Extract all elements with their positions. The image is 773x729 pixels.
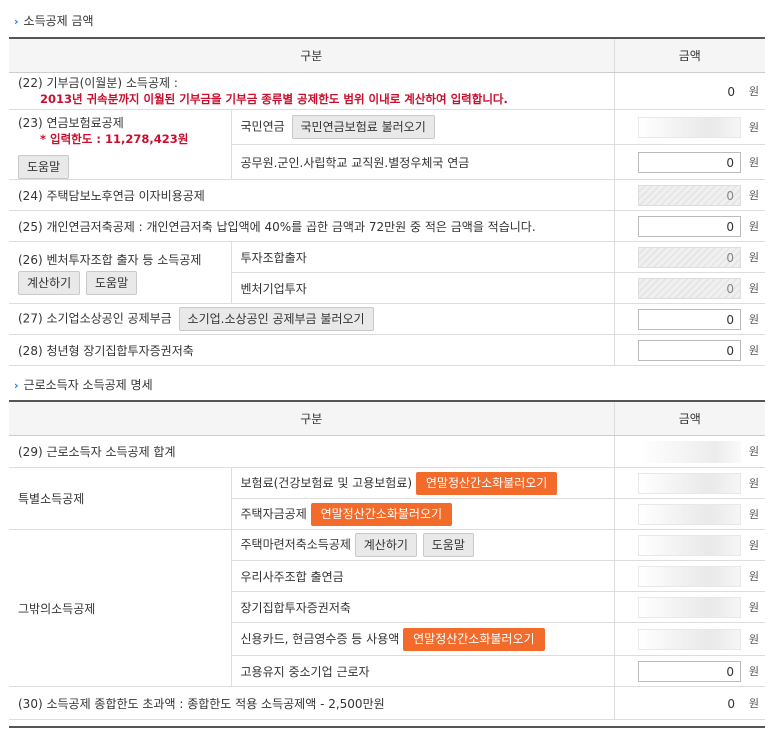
chevron-right-icon: › <box>14 15 19 28</box>
table-row: (25) 개인연금저축공제 : 개인연금저축 납입액에 40%를 곱한 금액과 … <box>9 210 765 242</box>
credit-card-input[interactable] <box>638 628 741 650</box>
housing-fund-input[interactable] <box>638 503 741 525</box>
load-simplified-housing-button[interactable]: 연말정산간소화불러오기 <box>310 502 453 526</box>
table-row: (28) 청년형 장기집합투자증권저축 0원 <box>9 334 765 366</box>
row-label: (24) 주택담보노후연금 이자비용공제 <box>9 179 615 211</box>
income-deduction-table: 구분 금액 (22) 기부금(이월분) 소득공제 : 2013년 귀속분까지 이… <box>9 37 765 366</box>
small-business-input[interactable]: 0 <box>638 308 741 330</box>
sub-label-investment-union: 투자조합출자 <box>231 241 615 273</box>
load-simplified-credit-card-button[interactable]: 연말정산간소화불러오기 <box>403 627 545 651</box>
help-button[interactable]: 도움말 <box>18 155 70 179</box>
sub-label-credit-card: 신용카드, 현금영수증 등 사용액 <box>240 631 400 646</box>
row-label: (29) 근로소득자 소득공제 합계 <box>9 435 615 468</box>
column-header-amount: 금액 <box>614 401 765 436</box>
calculate-button[interactable]: 계산하기 <box>18 271 81 295</box>
help-button[interactable]: 도움말 <box>86 271 138 295</box>
insurance-input[interactable] <box>638 472 741 494</box>
long-term-fund-input[interactable] <box>638 596 741 618</box>
table-row: (27) 소기업소상공인 공제부금 소기업.소상공인 공제부금 불러오기 0원 <box>9 303 765 335</box>
divider <box>9 726 765 728</box>
calculate-button[interactable]: 계산하기 <box>354 533 417 557</box>
load-small-business-button[interactable]: 소기업.소상공인 공제부금 불러오기 <box>178 307 374 331</box>
row-label: (28) 청년형 장기집합투자증권저축 <box>9 334 615 366</box>
input-limit: * 입력한도 : 11,278,423원 <box>40 132 189 146</box>
national-pension-input[interactable] <box>638 116 741 138</box>
row-label: (22) 기부금(이월분) 소득공제 : <box>18 76 178 90</box>
reverse-mortgage-interest-input: 0 <box>638 184 741 206</box>
warning-note: 2013년 귀속분까지 이월된 기부금을 기부금 종류별 공제한도 범위 이내로… <box>40 92 508 106</box>
employee-stock-input[interactable] <box>638 565 741 587</box>
load-simplified-insurance-button[interactable]: 연말정산간소화불러오기 <box>415 471 558 495</box>
column-header-category: 구분 <box>9 38 615 73</box>
table-row: (22) 기부금(이월분) 소득공제 : 2013년 귀속분까지 이월된 기부금… <box>9 72 765 110</box>
earned-income-deduction-table: 구분 금액 (29) 근로소득자 소득공제 합계 원 특별소득공제 보험료(건강… <box>9 400 765 720</box>
table-row: (30) 소득공제 종합한도 초과액 : 종합한도 적용 소득공제액 - 2,5… <box>9 686 765 720</box>
youth-fund-input[interactable]: 0 <box>638 339 741 361</box>
row-label: (26) 벤처투자조합 출자 등 소득공제 <box>18 253 202 267</box>
row-label: (23) 연금보험료공제 <box>18 116 124 130</box>
chevron-right-icon: › <box>14 379 19 392</box>
row-label: 그밖의소득공제 <box>9 529 232 687</box>
table-row: (23) 연금보험료공제 * 입력한도 : 11,278,423원 도움말 국민… <box>9 109 765 180</box>
column-header-category: 구분 <box>9 401 615 436</box>
sub-label-national-pension: 국민연금 <box>240 119 285 134</box>
row-label: (25) 개인연금저축공제 : 개인연금저축 납입액에 40%를 곱한 금액과 … <box>9 210 615 242</box>
amount-value <box>638 440 741 463</box>
personal-pension-input[interactable]: 0 <box>638 215 741 237</box>
table-row: 그밖의소득공제 주택마련저축소득공제 계산하기 도움말 원 <box>9 529 765 687</box>
table-row: 특별소득공제 보험료(건강보험료 및 고용보험료) 연말정산간소화불러오기 원 <box>9 467 765 530</box>
row-label: (27) 소기업소상공인 공제부금 <box>18 311 172 326</box>
sub-label-long-term-fund: 장기집합투자증권저축 <box>231 591 615 623</box>
investment-union-input: 0 <box>638 246 741 268</box>
sub-label-housing-savings: 주택마련저축소득공제 <box>240 537 351 552</box>
table-row: (29) 근로소득자 소득공제 합계 원 <box>9 435 765 468</box>
sub-label-employee-stock: 우리사주조합 출연금 <box>231 560 615 592</box>
help-button[interactable]: 도움말 <box>422 533 474 557</box>
sub-label-public-pension: 공무원.군인.사립학교 교직원.별정우체국 연금 <box>231 144 615 180</box>
row-label: (30) 소득공제 종합한도 초과액 : 종합한도 적용 소득공제액 - 2,5… <box>9 686 615 720</box>
venture-investment-input: 0 <box>638 277 741 299</box>
column-header-amount: 금액 <box>614 38 765 73</box>
sub-label-insurance: 보험료(건강보험료 및 고용보험료) <box>240 475 413 490</box>
employment-retention-input[interactable]: 0 <box>638 660 741 682</box>
sub-label-venture-investment: 벤처기업투자 <box>231 272 615 304</box>
amount-value: 0 <box>727 84 735 99</box>
table-row: (24) 주택담보노후연금 이자비용공제 0원 <box>9 179 765 211</box>
section-title-income-deduction: › 소득공제 금액 <box>14 14 94 28</box>
housing-savings-input[interactable] <box>638 534 741 556</box>
table-row: (26) 벤처투자조합 출자 등 소득공제 계산하기 도움말 투자조합출자 0원 <box>9 241 765 304</box>
section-title-earned-income-deduction: › 근로소득자 소득공제 명세 <box>14 378 153 392</box>
sub-label-employment-retention: 고용유지 중소기업 근로자 <box>231 655 615 687</box>
sub-label-housing-fund: 주택자금공제 <box>240 506 307 521</box>
amount-value: 0 <box>727 696 735 711</box>
load-national-pension-button[interactable]: 국민연금보험료 불러오기 <box>291 115 435 139</box>
public-pension-input[interactable]: 0 <box>638 151 741 173</box>
row-label: 특별소득공제 <box>9 467 232 530</box>
